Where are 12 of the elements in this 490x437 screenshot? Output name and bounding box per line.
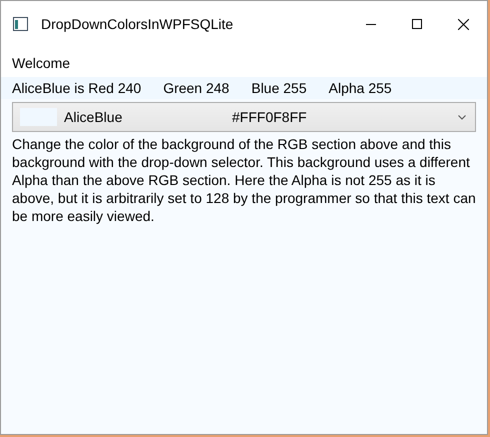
description-text: Change the color of the background of the RGB section above and this background with the drop-down selector. This background uses a different Alpha than the above RGB section. Here the Alpha is not 255 as it is above, but it is arbitrarily set to 128 by the programmer so that this text can be more easily viewed. <box>12 135 476 225</box>
color-dropdown[interactable]: AliceBlue #FFF0F8FF <box>12 102 476 132</box>
channel-reading: Blue 255 <box>251 78 307 98</box>
welcome-label: Welcome <box>12 54 70 72</box>
channel-reading: Alpha 255 <box>328 78 392 98</box>
channel-reading: AliceBlue is Red 240 <box>12 78 142 98</box>
app-icon <box>13 17 28 31</box>
maximize-icon <box>412 19 422 29</box>
channel-reading: Green 248 <box>163 78 230 98</box>
close-icon <box>458 18 468 30</box>
chevron-down-icon <box>458 114 466 120</box>
window-title: DropDownColorsInWPFSQLite <box>41 14 234 34</box>
